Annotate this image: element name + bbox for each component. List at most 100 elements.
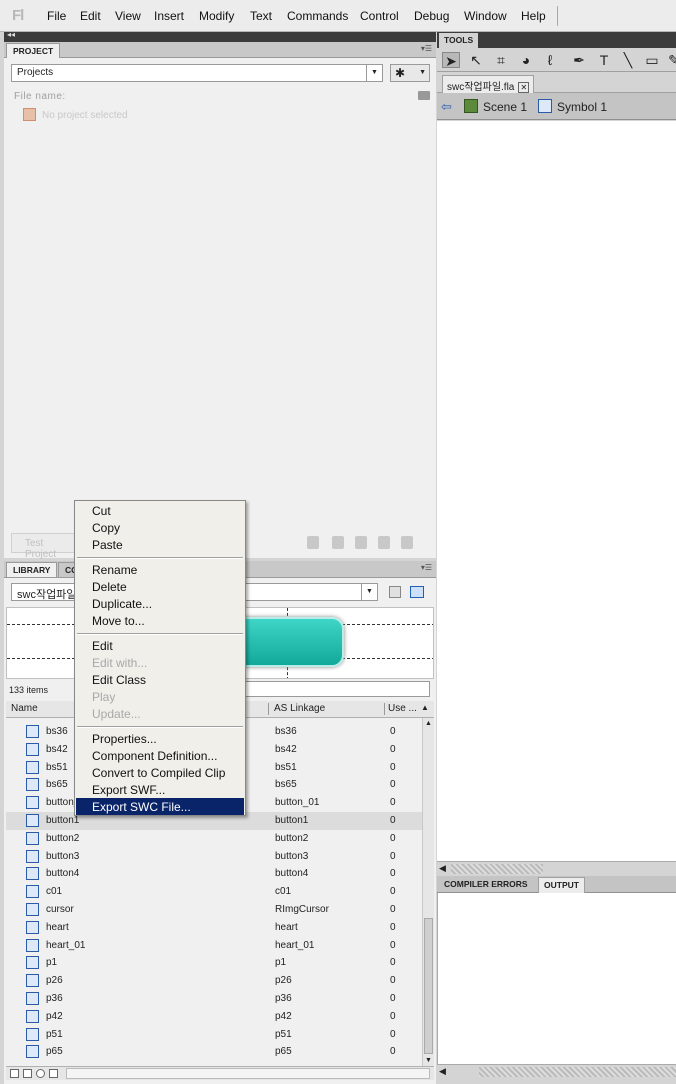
table-row[interactable]: button2 button2 0 <box>6 830 422 848</box>
properties-icon[interactable] <box>36 1069 45 1078</box>
text-tool-icon[interactable]: T <box>595 52 613 68</box>
projects-dropdown[interactable]: Projects ▼ <box>11 64 383 82</box>
new-folder-icon[interactable] <box>332 536 344 549</box>
tab-tools[interactable]: TOOLS <box>439 33 479 48</box>
vertical-scrollbar[interactable]: ▲ ▼ <box>422 718 434 1066</box>
column-separator[interactable] <box>268 703 269 715</box>
menu-item-export-swc-file[interactable]: Export SWC File... <box>92 800 191 814</box>
stage-canvas[interactable] <box>437 121 676 861</box>
menu-item-rename[interactable]: Rename <box>92 563 137 577</box>
back-arrow-icon[interactable]: ⇦ <box>441 99 452 115</box>
table-row[interactable]: p65 p65 0 <box>6 1043 422 1061</box>
column-name[interactable]: Name <box>11 703 38 714</box>
scrollbar-track[interactable] <box>451 864 543 874</box>
free-transform-tool-icon[interactable]: ⌗ <box>492 52 510 68</box>
menu-item-copy[interactable]: Copy <box>92 521 120 535</box>
table-row[interactable]: heart heart 0 <box>6 919 422 937</box>
trash-icon[interactable] <box>401 536 413 549</box>
rectangle-tool-icon[interactable]: ▭ <box>643 52 661 68</box>
menu-window[interactable]: Window <box>464 9 507 23</box>
table-row[interactable]: p1 p1 0 <box>6 954 422 972</box>
table-row[interactable]: button4 button4 0 <box>6 865 422 883</box>
menu-edit[interactable]: Edit <box>80 9 101 23</box>
trash-icon[interactable] <box>49 1069 58 1078</box>
scroll-left-icon[interactable]: ◀ <box>439 863 446 874</box>
menu-item-delete[interactable]: Delete <box>92 580 127 594</box>
horizontal-scrollbar[interactable] <box>66 1068 430 1079</box>
panel-collapse-bar[interactable]: ◂◂ <box>4 30 436 42</box>
menu-item-component-definition[interactable]: Component Definition... <box>92 749 217 763</box>
tab-project[interactable]: PROJECT <box>6 43 61 58</box>
menu-view[interactable]: View <box>115 9 141 23</box>
menu-insert[interactable]: Insert <box>154 9 184 23</box>
scrollbar-thumb[interactable] <box>424 918 433 1054</box>
menu-modify[interactable]: Modify <box>199 9 234 23</box>
tab-compiler-errors[interactable]: COMPILER ERRORS <box>439 877 533 893</box>
panel-menu-icon[interactable]: ▾☰ <box>421 563 432 572</box>
breadcrumb-symbol[interactable]: Symbol 1 <box>557 100 607 114</box>
new-library-panel-icon[interactable] <box>410 586 424 598</box>
scroll-left-icon[interactable]: ◀ <box>439 1066 446 1077</box>
3d-rotation-tool-icon[interactable]: ◕ <box>517 52 535 68</box>
new-folder-icon[interactable] <box>23 1069 32 1078</box>
selection-tool-icon[interactable]: ➤ <box>442 52 460 69</box>
publish-icon[interactable] <box>355 536 367 549</box>
pin-library-icon[interactable] <box>389 586 401 598</box>
menu-item-edit-class[interactable]: Edit Class <box>92 673 146 687</box>
new-file-icon[interactable] <box>307 536 319 549</box>
menu-item-export-swf[interactable]: Export SWF... <box>92 783 165 797</box>
breadcrumb-scene[interactable]: Scene 1 <box>483 100 527 114</box>
close-icon[interactable]: ✕ <box>518 82 530 93</box>
menu-help[interactable]: Help <box>521 9 546 23</box>
table-row[interactable]: p42 p42 0 <box>6 1008 422 1026</box>
menu-debug[interactable]: Debug <box>414 9 449 23</box>
menu-item-properties[interactable]: Properties... <box>92 732 157 746</box>
menu-item-edit[interactable]: Edit <box>92 639 113 653</box>
scroll-down-icon[interactable]: ▼ <box>425 1057 432 1064</box>
menu-item-move-to[interactable]: Move to... <box>92 614 145 628</box>
table-row[interactable]: p36 p36 0 <box>6 990 422 1008</box>
column-separator[interactable] <box>384 703 385 715</box>
column-as-linkage[interactable]: AS Linkage <box>274 703 325 714</box>
as-file-icon[interactable] <box>378 536 390 549</box>
tab-library[interactable]: LIBRARY <box>6 562 58 577</box>
movieclip-symbol-icon <box>538 99 552 113</box>
output-panel-body[interactable] <box>437 893 676 1064</box>
collapse-arrows-icon[interactable]: ◂◂ <box>7 30 15 39</box>
dropdown-arrow-icon[interactable]: ▼ <box>361 584 377 600</box>
table-row[interactable]: c01 c01 0 <box>6 883 422 901</box>
stage-horizontal-scrollbar[interactable]: ◀ <box>437 861 676 875</box>
pencil-tool-icon[interactable]: ✎ <box>665 52 676 68</box>
menu-item-duplicate[interactable]: Duplicate... <box>92 597 152 611</box>
pen-tool-icon[interactable]: ✒ <box>570 52 588 68</box>
folder-icon[interactable] <box>418 91 430 100</box>
scrollbar-track[interactable] <box>479 1067 676 1077</box>
document-tab[interactable]: swc작업파일.fla ✕ <box>442 75 535 93</box>
line-tool-icon[interactable]: ╲ <box>619 52 637 68</box>
output-horizontal-scrollbar[interactable]: ◀ <box>437 1064 676 1078</box>
scroll-up-icon[interactable]: ▲ <box>425 720 432 727</box>
table-row[interactable]: cursor RImgCursor 0 <box>6 901 422 919</box>
table-row[interactable]: button3 button3 0 <box>6 848 422 866</box>
menu-separator <box>77 726 243 728</box>
menu-item-paste[interactable]: Paste <box>92 538 123 552</box>
lasso-tool-icon[interactable]: ℓ <box>541 52 559 68</box>
menu-item-cut[interactable]: Cut <box>92 504 111 518</box>
project-settings-button[interactable]: ✱ ▼ <box>390 64 430 82</box>
dropdown-arrow-icon[interactable]: ▼ <box>366 65 382 81</box>
menu-commands[interactable]: Commands <box>287 9 348 23</box>
new-symbol-icon[interactable] <box>10 1069 19 1078</box>
table-row[interactable]: p26 p26 0 <box>6 972 422 990</box>
column-use-count[interactable]: Use ... <box>388 703 417 714</box>
subselection-tool-icon[interactable]: ↖ <box>467 52 485 68</box>
table-row[interactable]: p51 p51 0 <box>6 1026 422 1044</box>
panel-menu-icon[interactable]: ▾☰ <box>421 44 432 53</box>
menu-item-convert-to-compiled-clip[interactable]: Convert to Compiled Clip <box>92 766 225 780</box>
library-search-input[interactable] <box>237 681 430 697</box>
tab-output[interactable]: OUTPUT <box>538 877 585 893</box>
menu-text[interactable]: Text <box>250 9 272 23</box>
menu-control[interactable]: Control <box>360 9 399 23</box>
menu-file[interactable]: File <box>47 9 66 23</box>
sort-arrow-icon[interactable]: ▲ <box>421 703 429 712</box>
table-row[interactable]: heart_01 heart_01 0 <box>6 937 422 955</box>
